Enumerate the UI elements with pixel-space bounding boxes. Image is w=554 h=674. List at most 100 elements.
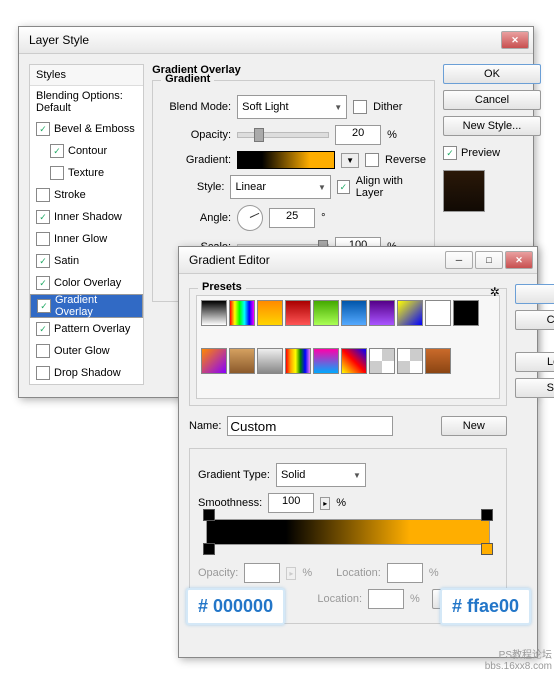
preset-swatch[interactable] xyxy=(425,300,451,326)
style-checkbox[interactable] xyxy=(36,188,50,202)
style-label: Texture xyxy=(68,167,104,179)
preset-swatch[interactable] xyxy=(201,348,227,374)
style-row[interactable]: Inner Glow xyxy=(30,228,143,250)
maximize-icon[interactable]: □ xyxy=(475,251,503,269)
preset-swatch[interactable] xyxy=(369,348,395,374)
style-checkbox[interactable] xyxy=(36,232,50,246)
preset-swatch[interactable] xyxy=(313,300,339,326)
preset-swatch[interactable] xyxy=(285,300,311,326)
angle-input[interactable]: 25 xyxy=(269,208,315,228)
opacity-label: Opacity: xyxy=(161,129,231,141)
preset-swatch[interactable] xyxy=(453,300,479,326)
style-row[interactable]: ✓ Color Overlay xyxy=(30,272,143,294)
type-select[interactable]: Solid▼ xyxy=(276,463,366,487)
preset-swatch[interactable] xyxy=(257,348,283,374)
style-row[interactable]: Drop Shadow xyxy=(30,362,143,384)
style-row[interactable]: ✓Bevel & Emboss xyxy=(30,118,143,140)
gear-icon[interactable]: ✲ xyxy=(490,285,500,299)
minimize-icon[interactable]: ─ xyxy=(445,251,473,269)
new-button[interactable]: New xyxy=(441,416,507,436)
ok-button[interactable]: OK xyxy=(443,64,541,84)
preset-swatch[interactable] xyxy=(425,348,451,374)
presets-label: Presets xyxy=(198,281,246,293)
new-style-button[interactable]: New Style... xyxy=(443,116,541,136)
preset-swatch[interactable] xyxy=(285,348,311,374)
style-row[interactable]: ✓ Pattern Overlay xyxy=(30,318,143,340)
align-checkbox[interactable]: ✓ xyxy=(337,180,350,194)
preset-swatch[interactable] xyxy=(229,348,255,374)
dither-label: Dither xyxy=(373,101,402,113)
style-checkbox[interactable]: ✓ xyxy=(36,276,50,290)
preset-swatch[interactable] xyxy=(341,300,367,326)
style-checkbox[interactable]: ✓ xyxy=(36,254,50,268)
gradient-label: Gradient: xyxy=(161,154,231,166)
preset-swatch[interactable] xyxy=(397,300,423,326)
blend-mode-label: Blend Mode: xyxy=(161,101,231,113)
style-checkbox[interactable]: ✓ xyxy=(50,144,64,158)
preset-swatch[interactable] xyxy=(257,300,283,326)
style-checkbox[interactable] xyxy=(36,344,50,358)
save-button[interactable]: Save... xyxy=(515,378,554,398)
smooth-input[interactable]: 100 xyxy=(268,493,314,513)
style-row[interactable]: Texture xyxy=(30,162,143,184)
reverse-label: Reverse xyxy=(385,154,426,166)
style-row[interactable]: ✓Gradient Overlay xyxy=(30,294,143,318)
stop-opacity-label: Opacity: xyxy=(198,567,238,579)
close-icon[interactable]: ✕ xyxy=(501,31,529,49)
styles-header[interactable]: Styles xyxy=(30,65,143,86)
style-label: Color Overlay xyxy=(54,277,121,289)
ok-button[interactable]: OK xyxy=(515,284,554,304)
gradient-swatch[interactable] xyxy=(237,151,335,169)
style-label: Outer Glow xyxy=(54,345,110,357)
blending-options-row[interactable]: Blending Options: Default xyxy=(30,86,143,118)
preview-swatch xyxy=(443,170,485,212)
style-checkbox[interactable] xyxy=(50,166,64,180)
opacity-stop-left[interactable] xyxy=(203,509,215,521)
close-icon[interactable]: ✕ xyxy=(505,251,533,269)
preview-label: Preview xyxy=(461,147,500,159)
layer-style-title: Layer Style xyxy=(23,33,499,47)
style-checkbox[interactable]: ✓ xyxy=(36,210,50,224)
style-row[interactable]: ✓Contour xyxy=(30,140,143,162)
style-select[interactable]: Linear▼ xyxy=(230,175,330,199)
opacity-stop-right[interactable] xyxy=(481,509,493,521)
align-label: Align with Layer xyxy=(356,175,426,199)
style-checkbox[interactable]: ✓ xyxy=(37,299,51,313)
preview-checkbox[interactable]: ✓ xyxy=(443,146,457,160)
style-row[interactable]: ✓Inner Shadow xyxy=(30,206,143,228)
gradient-bar[interactable] xyxy=(206,519,490,545)
preset-swatch[interactable] xyxy=(229,300,255,326)
style-row[interactable]: Stroke xyxy=(30,184,143,206)
opacity-input[interactable]: 20 xyxy=(335,125,381,145)
gradient-editor-title: Gradient Editor xyxy=(183,253,443,267)
load-button[interactable]: Load... xyxy=(515,352,554,372)
reverse-checkbox[interactable] xyxy=(365,153,379,167)
cancel-button[interactable]: Cancel xyxy=(515,310,554,330)
name-input[interactable] xyxy=(227,416,393,436)
style-label: Pattern Overlay xyxy=(54,323,130,335)
angle-dial[interactable] xyxy=(237,205,263,231)
color-stop-right[interactable] xyxy=(481,543,493,555)
name-label: Name: xyxy=(189,420,221,432)
preset-swatch[interactable] xyxy=(369,300,395,326)
gradient-dropdown-icon[interactable]: ▼ xyxy=(341,153,359,168)
style-label: Inner Glow xyxy=(54,233,107,245)
angle-label: Angle: xyxy=(161,212,231,224)
dither-checkbox[interactable] xyxy=(353,100,367,114)
preset-swatch[interactable] xyxy=(313,348,339,374)
smooth-stepper-icon[interactable]: ▸ xyxy=(320,497,330,510)
cancel-button[interactable]: Cancel xyxy=(443,90,541,110)
style-checkbox[interactable]: ✓ xyxy=(36,122,50,136)
preset-swatch[interactable] xyxy=(397,348,423,374)
style-checkbox[interactable] xyxy=(36,366,50,380)
preset-swatch[interactable] xyxy=(201,300,227,326)
style-row[interactable]: ✓Satin xyxy=(30,250,143,272)
blend-mode-select[interactable]: Soft Light▼ xyxy=(237,95,347,119)
preset-swatch[interactable] xyxy=(341,348,367,374)
color-stop-left[interactable] xyxy=(203,543,215,555)
opacity-slider[interactable] xyxy=(237,132,329,138)
style-checkbox[interactable]: ✓ xyxy=(36,322,50,336)
style-row[interactable]: Outer Glow xyxy=(30,340,143,362)
hex-right-annotation: # ffae00 xyxy=(440,588,531,625)
style-label: Stroke xyxy=(54,189,86,201)
